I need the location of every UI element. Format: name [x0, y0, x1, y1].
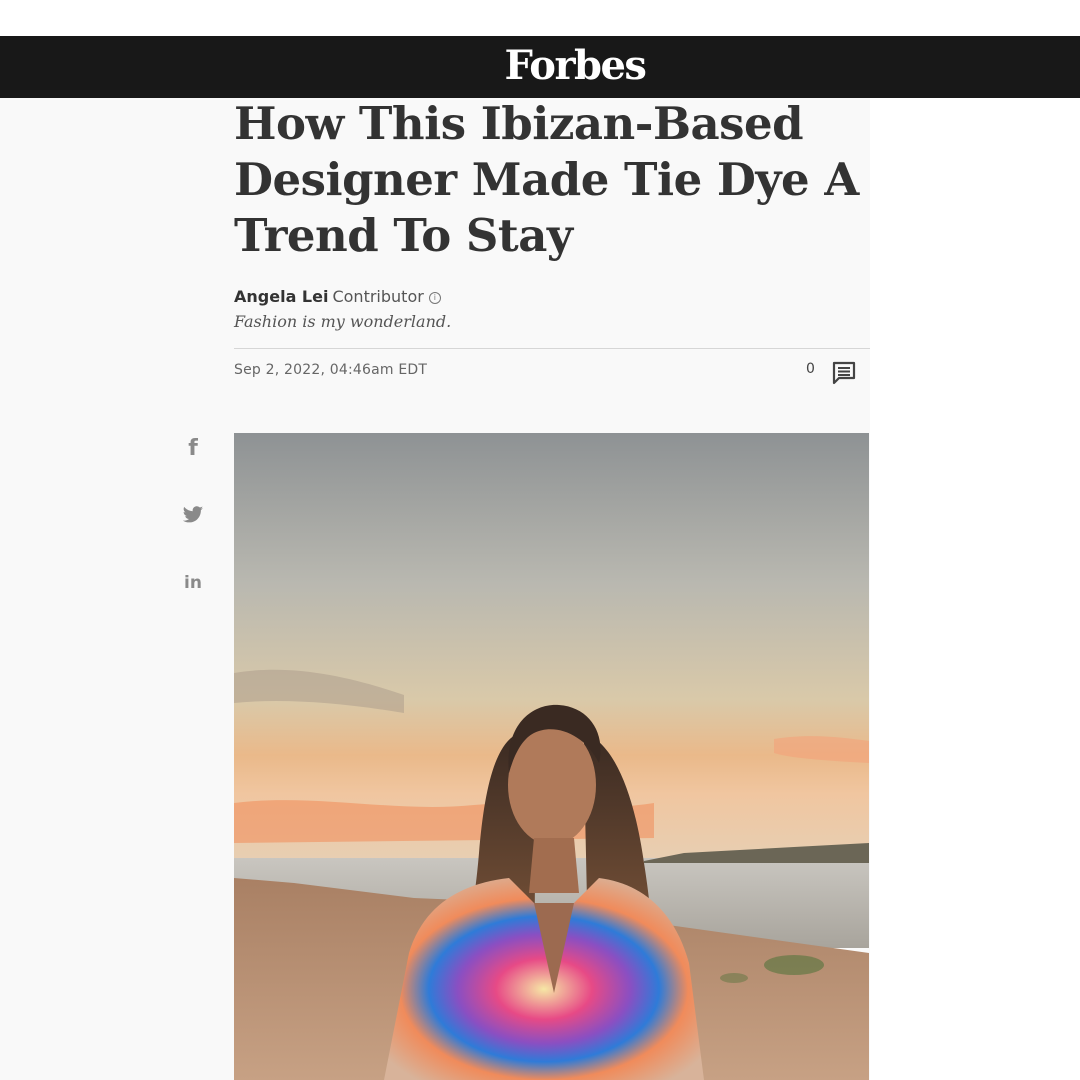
forbes-logo[interactable]: Forbes [505, 42, 647, 89]
article-headline: How This Ibizan-Based Designer Made Tie … [234, 97, 859, 262]
right-margin [870, 98, 1080, 1080]
byline: Angela Lei Contributor i [234, 287, 441, 306]
info-icon[interactable]: i [428, 292, 441, 304]
comment-count[interactable]: 0 [806, 361, 815, 377]
linkedin-icon[interactable]: in [180, 573, 206, 593]
publish-date: Sep 2, 2022, 04:46am EDT [234, 362, 428, 378]
author-name[interactable]: Angela Lei [234, 287, 328, 306]
masthead: Forbes [0, 36, 1080, 98]
hero-image [234, 433, 869, 1080]
top-whitespace [0, 0, 1080, 36]
author-role: Contributor [332, 287, 424, 306]
twitter-icon[interactable] [182, 505, 204, 525]
facebook-icon[interactable]: f [180, 436, 206, 461]
comment-icon[interactable] [832, 361, 856, 385]
hero-photo [234, 433, 869, 1080]
byline-divider [234, 348, 870, 349]
author-tagline: Fashion is my wonderland. [234, 312, 452, 331]
